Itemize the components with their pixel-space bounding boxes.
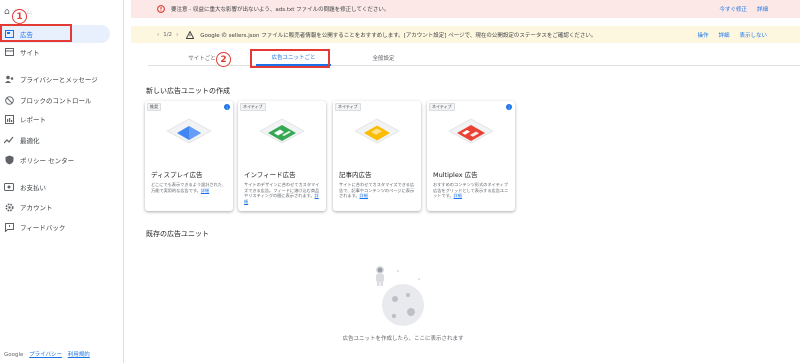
fix-now-link[interactable]: 今すぐ修正: [719, 5, 747, 13]
banner-details-link[interactable]: 詳細: [718, 31, 729, 39]
display-ad-title: ディスプレイ広告: [151, 171, 203, 179]
display-ad-card[interactable]: 推奨 i ディスプレイ広告 どこにでも表示できるよう設計された、万能で実用的な広…: [145, 101, 233, 211]
sidebar-item-label: プライバシーとメッセージ: [20, 76, 98, 84]
optimize-icon: [4, 135, 14, 145]
sidebar-item-label: 最適化: [20, 137, 40, 145]
infeed-ad-desc: サイトのデザインに合わせてカスタマイズできる広告。フィードに溶け込む商品やリステ…: [244, 182, 320, 204]
moon-astronaut-illustration: [376, 266, 424, 326]
error-icon: [157, 5, 165, 13]
infeed-ad-card[interactable]: ネイティブ インフィード広告 サイトのデザインに合わせてカスタマイズできる広告。…: [238, 101, 326, 211]
empty-state-text: 広告ユニットを作成したら、ここに表示されます: [342, 336, 464, 342]
policy-icon: [4, 155, 14, 165]
alert-text: 要注意 - 収益に重大な影響が出ないよう、ads.txt ファイルの問題を修正し…: [171, 7, 390, 13]
annotation-box-1: [0, 24, 72, 42]
pager-count: 1/2: [163, 31, 173, 38]
annotation-marker-2: 2: [216, 52, 231, 67]
sidebar: ⌂ ホーム 広告 サイト プライバシーとメッセージ ブロックのコントロール レポ…: [0, 0, 124, 363]
sidebar-footer: Google プライバシー 利用規約: [4, 350, 90, 358]
tab-bar: サイトごと 広告ユニットごと 全般設定: [148, 50, 800, 66]
multiplex-ad-illustration: [448, 118, 494, 144]
sidebar-item-block[interactable]: ブロックのコントロール: [0, 91, 124, 109]
action-link[interactable]: 操作: [697, 31, 708, 39]
home-icon: ⌂: [4, 7, 10, 17]
inarticle-ad-card[interactable]: ネイティブ 記事内広告 サイトに合わせてカスタマイズできる広告で、記事やコンテン…: [333, 101, 421, 211]
sidebar-item-label: フィードバック: [20, 224, 66, 232]
display-ad-illustration: [166, 118, 212, 144]
sidebar-item-account[interactable]: アカウント: [0, 198, 124, 216]
display-ad-desc: どこにでも表示できるよう設計された、万能で実用的な広告です。詳細: [151, 182, 227, 193]
native-chip: ネイティブ: [335, 103, 361, 111]
payments-icon: [4, 182, 14, 192]
multiplex-ad-details-link[interactable]: 詳細: [454, 193, 462, 198]
sidebar-item-label: お支払い: [20, 184, 46, 192]
sidebar-item-privacy[interactable]: プライバシーとメッセージ: [0, 70, 124, 88]
infeed-ad-illustration: [259, 118, 305, 144]
info-icon[interactable]: i: [224, 104, 230, 110]
sites-icon: [4, 47, 14, 57]
create-section-title: 新しい広告ユニットの作成: [146, 87, 230, 95]
sidebar-item-payments[interactable]: お支払い: [0, 178, 124, 196]
sidebar-item-label: サイト: [20, 49, 40, 57]
chevron-left-icon[interactable]: ‹: [157, 32, 159, 38]
dismiss-link[interactable]: 表示しない: [739, 31, 767, 39]
ads-txt-alert-banner: 要注意 - 収益に重大な影響が出ないよう、ads.txt ファイルの問題を修正し…: [131, 0, 800, 18]
annotation-marker-1: 1: [12, 9, 27, 24]
privacy-icon: [4, 74, 14, 84]
existing-section-title: 既存の広告ユニット: [146, 230, 209, 238]
sellers-json-banner: ‹ 1/2 › Google の sellers.json ファイルに販売者情報…: [131, 26, 800, 43]
terms-link[interactable]: 利用規約: [68, 352, 90, 358]
annotation-box-2: [250, 49, 330, 68]
infeed-ad-title: インフィード広告: [244, 171, 296, 179]
alert-details-link[interactable]: 詳細: [757, 5, 768, 13]
reports-icon: [4, 114, 14, 124]
recommended-chip: 推奨: [147, 103, 161, 111]
display-ad-details-link[interactable]: 詳細: [201, 188, 209, 193]
sellers-json-text: Google の sellers.json ファイルに販売者情報を公開することを…: [200, 32, 597, 39]
multiplex-ad-card[interactable]: ネイティブ i Multiplex 広告 おすすめのコンテンツ形式のネイティブ広…: [427, 101, 515, 211]
feedback-icon: [4, 222, 14, 232]
banner-pager: ‹ 1/2 ›: [157, 32, 182, 38]
info-icon[interactable]: i: [506, 104, 512, 110]
sidebar-item-sites[interactable]: サイト: [0, 43, 124, 61]
privacy-link[interactable]: プライバシー: [29, 352, 62, 358]
sidebar-item-label: レポート: [20, 116, 46, 124]
inarticle-ad-title: 記事内広告: [339, 171, 372, 179]
footer-brand: Google: [4, 352, 24, 358]
multiplex-ad-desc: おすすめのコンテンツ形式のネイティブ広告をグリッドとして表示する広告ユニットです…: [433, 182, 509, 199]
native-chip: ネイティブ: [240, 103, 266, 111]
account-icon: [4, 202, 14, 212]
block-icon: [4, 95, 14, 105]
native-chip: ネイティブ: [429, 103, 455, 111]
warning-icon: [186, 30, 195, 39]
sidebar-item-label: アカウント: [20, 204, 53, 212]
sidebar-item-label: ポリシー センター: [20, 157, 75, 165]
sidebar-item-label: ブロックのコントロール: [20, 97, 92, 105]
multiplex-ad-title: Multiplex 広告: [433, 171, 478, 179]
inarticle-ad-desc: サイトに合わせてカスタマイズできる広告で、記事やコンテンツのページに表示されます…: [339, 182, 415, 199]
sidebar-item-reports[interactable]: レポート: [0, 110, 124, 128]
sidebar-item-feedback[interactable]: フィードバック: [0, 218, 124, 236]
inarticle-ad-details-link[interactable]: 詳細: [360, 193, 368, 198]
tab-by-site[interactable]: サイトごと: [148, 50, 256, 66]
sidebar-item-optimize[interactable]: 最適化: [0, 131, 124, 149]
sidebar-item-policy[interactable]: ポリシー センター: [0, 151, 124, 169]
tab-general-settings[interactable]: 全般設定: [331, 50, 436, 66]
chevron-right-icon[interactable]: ›: [176, 32, 178, 38]
inarticle-ad-illustration: [354, 118, 400, 144]
